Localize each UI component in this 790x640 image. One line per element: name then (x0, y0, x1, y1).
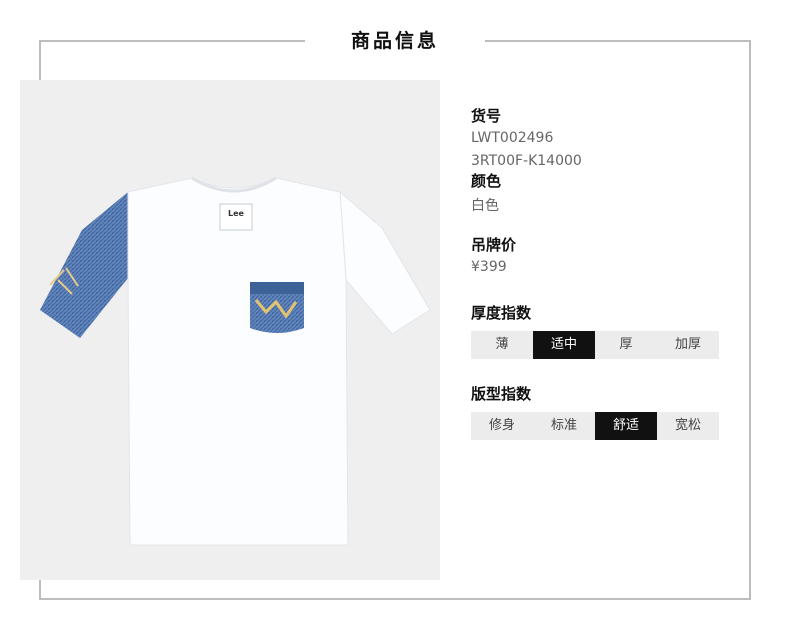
right-sleeve (339, 190, 431, 335)
neck-label-brand: Lee (228, 209, 245, 218)
price-value: ¥399 (471, 259, 507, 275)
frame-bottom-line (39, 598, 751, 600)
item-no-value-2: 3RT00F-K14000 (471, 153, 582, 169)
frame-top-left-line (40, 40, 305, 42)
shirt-body (127, 177, 349, 546)
thickness-option-extra-thick: 加厚 (674, 337, 701, 352)
color-value: 白色 (471, 198, 499, 214)
frame-right-line (749, 40, 751, 600)
item-no-value-1: LWT002496 (471, 130, 554, 146)
frame-top-right-line (485, 40, 751, 42)
price-label: 吊牌价 (471, 236, 517, 254)
fit-label: 版型指数 (471, 385, 532, 403)
thickness-scale: 薄 适中 厚 加厚 (471, 331, 719, 359)
item-no-label: 货号 (471, 107, 502, 125)
pocket-flap (250, 282, 304, 294)
thickness-label: 厚度指数 (471, 304, 532, 322)
thickness-option-thick: 厚 (619, 337, 633, 352)
denim-sleeve (40, 192, 128, 338)
section-title: 商品信息 (350, 30, 439, 52)
fit-option-comfort: 舒适 (595, 412, 657, 440)
fit-option-standard: 标准 (550, 418, 577, 433)
fit-scale: 修身 标准 舒适 宽松 (471, 412, 719, 440)
thickness-option-thin: 薄 (495, 337, 509, 352)
fit-option-slim: 修身 (488, 418, 515, 433)
fit-option-loose: 宽松 (674, 418, 701, 433)
tshirt-illustration: Lee (40, 176, 431, 546)
product-image: Lee (20, 80, 440, 580)
color-label: 颜色 (471, 172, 502, 190)
thickness-option-medium: 适中 (533, 331, 595, 359)
